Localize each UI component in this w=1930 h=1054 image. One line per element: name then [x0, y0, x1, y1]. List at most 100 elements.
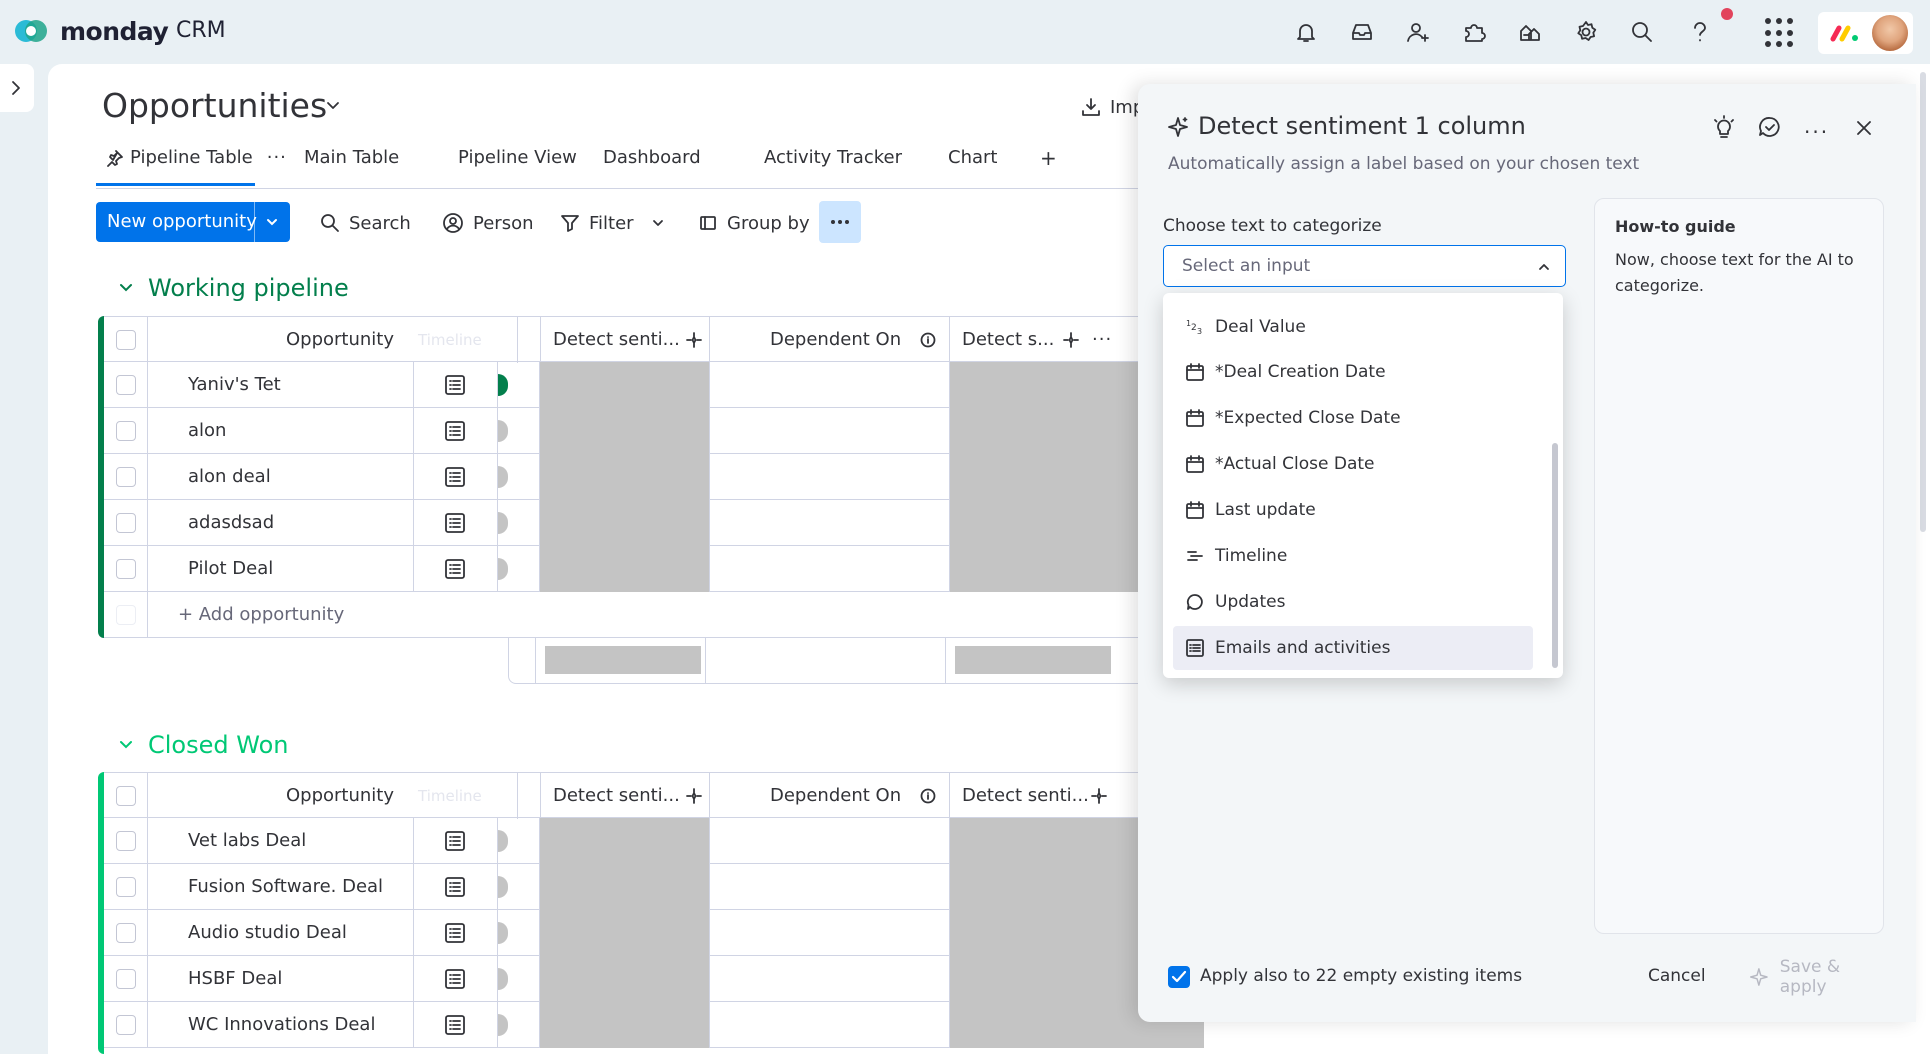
ai-sparkle-icon[interactable]: [1090, 787, 1108, 805]
select-all-checkbox[interactable]: [116, 330, 136, 350]
row-checkbox[interactable]: [116, 923, 136, 943]
dependent-cell[interactable]: [710, 362, 950, 408]
emails-list-icon[interactable]: [444, 922, 466, 944]
tab-pipeline-table[interactable]: Pipeline Table ···: [106, 133, 287, 183]
sentiment-cell[interactable]: [540, 818, 710, 864]
status-pill[interactable]: [498, 922, 508, 944]
table-row[interactable]: adasdsad: [104, 500, 1204, 546]
status-pill[interactable]: [498, 1014, 508, 1036]
close-icon[interactable]: [1850, 114, 1878, 142]
option-actual-close-date[interactable]: *Actual Close Date: [1173, 442, 1533, 486]
sentiment-cell[interactable]: [540, 500, 710, 546]
option-timeline[interactable]: Timeline: [1173, 534, 1533, 578]
page-scrollbar[interactable]: [1920, 72, 1926, 532]
group-header-won[interactable]: Closed Won: [118, 731, 288, 759]
table-row[interactable]: Vet labs Deal: [104, 818, 1204, 864]
ai-sparkle-icon[interactable]: [1062, 331, 1080, 349]
status-pill[interactable]: [498, 466, 508, 488]
emails-list-icon[interactable]: [444, 1014, 466, 1036]
add-item-row[interactable]: + Add opportunity: [104, 592, 1204, 638]
item-name[interactable]: Audio studio Deal: [188, 910, 347, 956]
item-name[interactable]: adasdsad: [188, 500, 274, 546]
sentiment-cell[interactable]: [540, 546, 710, 592]
dependent-cell[interactable]: [710, 956, 950, 1002]
status-pill[interactable]: [498, 512, 508, 534]
sentiment-cell[interactable]: [540, 408, 710, 454]
chevron-down-icon[interactable]: [118, 282, 134, 294]
integrations-puzzle-icon[interactable]: [1460, 18, 1488, 46]
sentiment2-summary-bar[interactable]: [955, 646, 1111, 674]
dependent-cell[interactable]: [710, 910, 950, 956]
item-name[interactable]: Fusion Software. Deal: [188, 864, 383, 910]
row-checkbox[interactable]: [116, 877, 136, 897]
item-name[interactable]: alon deal: [188, 454, 271, 500]
account-switcher[interactable]: [1818, 12, 1913, 54]
status-pill[interactable]: [498, 876, 508, 898]
opportunity-header[interactable]: Opportunity Timeline: [148, 773, 518, 819]
table-row[interactable]: alon: [104, 408, 1204, 454]
tab-chart[interactable]: Chart: [948, 133, 997, 183]
search-icon[interactable]: [1628, 18, 1656, 46]
sentiment-cell[interactable]: [540, 454, 710, 500]
option-deal-value[interactable]: 123 Deal Value: [1173, 305, 1533, 349]
ai-sparkle-icon[interactable]: [685, 331, 703, 349]
table-row[interactable]: alon deal: [104, 454, 1204, 500]
dependent-column-header[interactable]: Dependent On: [710, 317, 950, 363]
row-checkbox[interactable]: [116, 559, 136, 579]
sentiment-cell[interactable]: [540, 1002, 710, 1048]
table-row[interactable]: Audio studio Deal: [104, 910, 1204, 956]
emails-list-icon[interactable]: [444, 466, 466, 488]
sentiment-cell[interactable]: [540, 362, 710, 408]
dependent-cell[interactable]: [710, 408, 950, 454]
feedback-chat-icon[interactable]: [1756, 114, 1784, 142]
new-opportunity-button[interactable]: New opportunity: [96, 202, 290, 242]
emails-list-icon[interactable]: [444, 420, 466, 442]
row-checkbox[interactable]: [116, 1015, 136, 1035]
emails-list-icon[interactable]: [444, 830, 466, 852]
sentiment-cell[interactable]: [540, 910, 710, 956]
apply-existing-checkbox[interactable]: [1168, 966, 1190, 988]
emails-list-icon[interactable]: [444, 876, 466, 898]
column-more-icon[interactable]: ···: [1092, 317, 1112, 363]
sentiment-column-header[interactable]: Detect senti...: [540, 317, 710, 363]
tab-activity-tracker[interactable]: Activity Tracker: [764, 133, 902, 183]
table-row[interactable]: Pilot Deal: [104, 546, 1204, 592]
emails-list-icon[interactable]: [444, 512, 466, 534]
settings-gear-icon[interactable]: [1572, 18, 1600, 46]
bell-icon[interactable]: [1292, 18, 1320, 46]
option-emails-and-activities[interactable]: Emails and activities: [1173, 626, 1533, 670]
dependent-column-header[interactable]: Dependent On: [710, 773, 950, 819]
add-opportunity-input[interactable]: + Add opportunity: [178, 592, 344, 638]
item-name[interactable]: alon: [188, 408, 226, 454]
sentiment-summary-bar[interactable]: [545, 646, 701, 674]
inbox-icon[interactable]: [1348, 18, 1376, 46]
group-by-button[interactable]: Group by: [698, 208, 810, 238]
select-all-checkbox[interactable]: [116, 786, 136, 806]
save-and-apply-button[interactable]: Save & apply: [1736, 957, 1891, 997]
table-row[interactable]: WC Innovations Deal: [104, 1002, 1204, 1048]
tab-pipeline-view[interactable]: Pipeline View: [458, 133, 577, 183]
dependent-cell[interactable]: [710, 500, 950, 546]
sidebar-toggle[interactable]: [0, 64, 34, 112]
dependent-cell[interactable]: [710, 1002, 950, 1048]
tab-more-icon[interactable]: ···: [267, 133, 287, 183]
chevron-down-icon[interactable]: [651, 216, 665, 230]
item-name[interactable]: Vet labs Deal: [188, 818, 306, 864]
row-checkbox[interactable]: [116, 831, 136, 851]
filter-button[interactable]: Filter: [560, 208, 665, 238]
status-pill[interactable]: [498, 830, 508, 852]
ai-sparkle-icon[interactable]: [685, 787, 703, 805]
dependent-cell[interactable]: [710, 454, 950, 500]
info-icon[interactable]: [920, 788, 936, 804]
group-header-working[interactable]: Working pipeline: [118, 274, 349, 302]
emails-list-icon[interactable]: [444, 968, 466, 990]
emails-list-icon[interactable]: [444, 558, 466, 580]
row-checkbox[interactable]: [116, 467, 136, 487]
cancel-button[interactable]: Cancel: [1648, 966, 1706, 986]
help-icon[interactable]: [1686, 18, 1714, 46]
row-checkbox[interactable]: [116, 421, 136, 441]
chevron-down-icon[interactable]: [264, 214, 280, 230]
person-filter-button[interactable]: Person: [442, 208, 534, 238]
row-checkbox[interactable]: [116, 969, 136, 989]
option-last-update[interactable]: Last update: [1173, 488, 1533, 532]
